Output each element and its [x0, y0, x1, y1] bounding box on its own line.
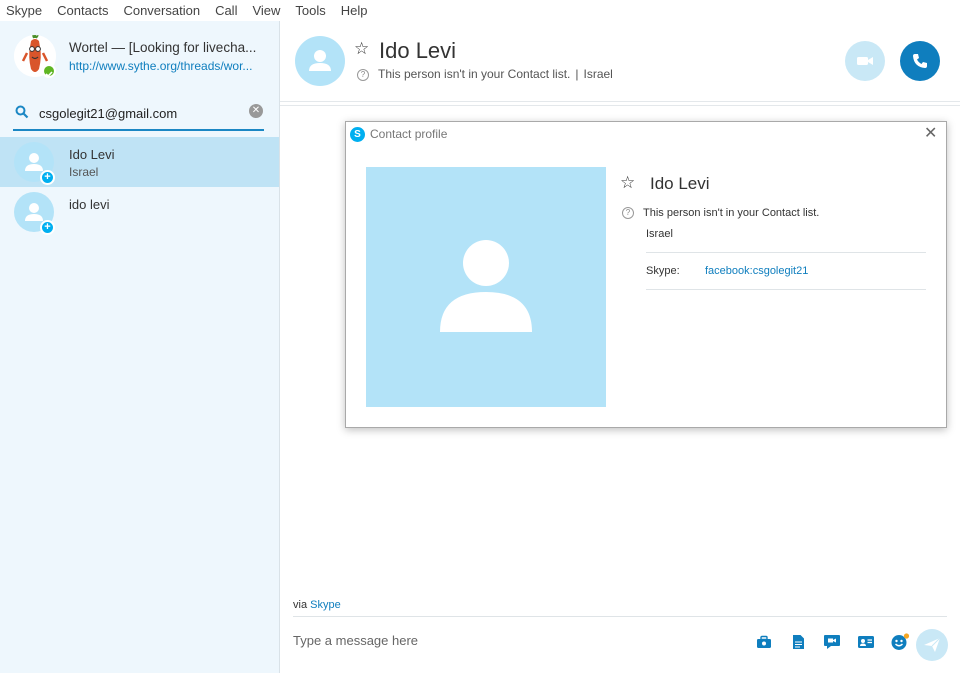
menu-skype[interactable]: Skype [6, 3, 42, 18]
composer-toolbar [747, 633, 917, 651]
menu-call[interactable]: Call [215, 3, 237, 18]
header-contact-name[interactable]: Ido Levi [379, 38, 456, 64]
menu-conversation[interactable]: Conversation [123, 3, 200, 18]
search-icon [15, 105, 29, 124]
contact-item-ido-levi[interactable]: + ido levi [0, 187, 279, 237]
video-message-icon [824, 635, 840, 649]
conversation-header: ☆ Ido Levi ? This person isn't in your Co… [280, 21, 960, 102]
phone-icon [913, 54, 927, 68]
dialog-contact-location: Israel [646, 228, 673, 240]
favorite-star-icon[interactable]: ☆ [620, 173, 635, 193]
add-contact-icon: + [40, 220, 55, 235]
menu-bar: Skype Contacts Conversation Call View To… [0, 0, 960, 21]
send-message-button[interactable] [916, 629, 948, 661]
menu-contacts[interactable]: Contacts [57, 3, 108, 18]
header-contact-info: ? This person isn't in your Contact list.… [357, 67, 613, 81]
send-video-message-button[interactable] [815, 634, 849, 650]
contact-card-icon [858, 636, 874, 648]
sidebar: Wortel — [Looking for livecha... http://… [0, 21, 280, 673]
send-contact-media-button[interactable] [747, 635, 781, 649]
skype-id-value[interactable]: facebook:csgolegit21 [705, 265, 808, 277]
send-file-button[interactable] [781, 634, 815, 650]
emoticons-button[interactable] [883, 633, 917, 651]
briefcase-icon [757, 635, 771, 648]
contact-name: ido levi [69, 197, 110, 212]
divider [293, 616, 947, 617]
via-label: via [293, 599, 308, 611]
contact-search: ✕ [13, 99, 264, 131]
audio-call-button[interactable] [900, 41, 940, 81]
message-input[interactable]: Type a message here [293, 633, 418, 648]
header-status-text: This person isn't in your Contact list. [378, 67, 571, 81]
my-mood-message[interactable]: http://www.sythe.org/threads/wor... [69, 59, 269, 73]
video-call-button[interactable] [845, 41, 885, 81]
contact-profile-dialog: S Contact profile ✕ ☆ Ido Levi ? This per… [345, 121, 947, 428]
dialog-contact-name: Ido Levi [650, 174, 710, 193]
menu-tools[interactable]: Tools [295, 3, 325, 18]
add-contact-icon: + [40, 170, 55, 185]
favorite-star-icon[interactable]: ☆ [354, 39, 369, 59]
online-status-icon [42, 64, 56, 78]
contact-name: Ido Levi [69, 147, 115, 162]
file-icon [792, 635, 804, 649]
close-icon[interactable]: ✕ [924, 126, 937, 142]
search-input[interactable] [39, 102, 239, 124]
contact-location: Israel [69, 165, 99, 179]
default-avatar-icon [440, 240, 532, 332]
divider [646, 252, 926, 253]
profile-picture [366, 167, 606, 407]
via-skype: via Skype [293, 599, 341, 611]
send-icon [924, 637, 941, 652]
clear-search-icon[interactable]: ✕ [249, 104, 263, 118]
skype-logo-icon: S [350, 127, 365, 142]
send-contacts-button[interactable] [849, 635, 883, 649]
my-profile[interactable]: Wortel — [Looking for livecha... http://… [0, 21, 279, 91]
video-camera-icon [857, 57, 873, 65]
via-skype-link[interactable]: Skype [310, 599, 341, 611]
header-avatar[interactable] [295, 36, 345, 86]
question-icon: ? [357, 68, 369, 81]
menu-help[interactable]: Help [341, 3, 368, 18]
skype-id-label: Skype: [646, 265, 680, 277]
dialog-contact-status: ? This person isn't in your Contact list. [622, 207, 820, 220]
dialog-titlebar[interactable]: S Contact profile ✕ [346, 122, 946, 148]
header-separator: | [575, 67, 579, 81]
question-icon: ? [622, 207, 634, 220]
my-display-name: Wortel — [Looking for livecha... [69, 40, 257, 55]
menu-view[interactable]: View [252, 3, 280, 18]
header-location: Israel [583, 67, 613, 81]
emoticon-icon [891, 633, 910, 650]
contact-item-ido-levi-israel[interactable]: + Ido Levi Israel [0, 137, 279, 187]
dialog-title: Contact profile [370, 127, 448, 141]
dialog-status-text: This person isn't in your Contact list. [643, 207, 820, 219]
divider [646, 289, 926, 290]
